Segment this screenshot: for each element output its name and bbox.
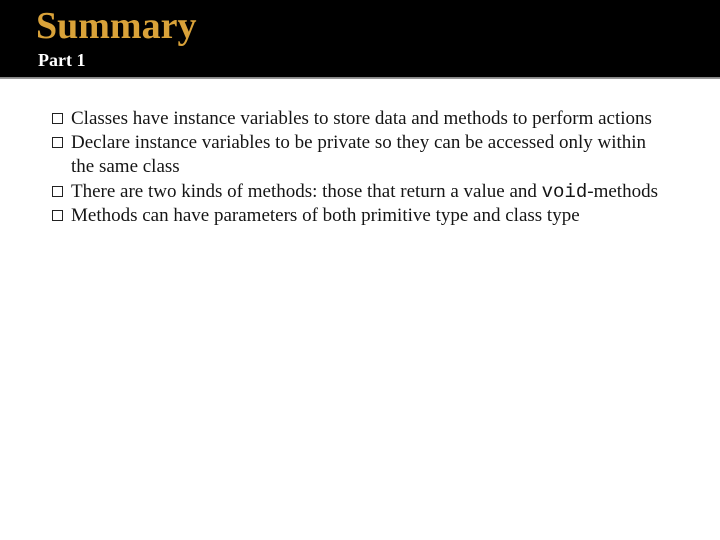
text-pre: There are two kinds of methods: those th… xyxy=(71,181,542,202)
text-pre: Declare instance variables to be private… xyxy=(71,132,646,177)
list-item-text: Classes have instance variables to store… xyxy=(71,107,668,131)
square-bullet-icon xyxy=(52,210,63,221)
list-item: Methods can have parameters of both prim… xyxy=(52,204,668,228)
text-pre: Classes have instance variables to store… xyxy=(71,108,652,129)
text-post: -methods xyxy=(587,181,658,202)
list-item: Classes have instance variables to store… xyxy=(52,107,668,131)
slide-title: Summary xyxy=(36,6,684,48)
list-item: Declare instance variables to be private… xyxy=(52,131,668,180)
slide-header: Summary Part 1 xyxy=(0,0,720,78)
list-item-text: Methods can have parameters of both prim… xyxy=(71,204,668,228)
list-item-text: Declare instance variables to be private… xyxy=(71,131,668,180)
list-item: There are two kinds of methods: those th… xyxy=(52,180,668,204)
slide-subtitle: Part 1 xyxy=(38,50,684,71)
text-code: void xyxy=(542,181,588,203)
square-bullet-icon xyxy=(52,113,63,124)
text-pre: Methods can have parameters of both prim… xyxy=(71,205,580,226)
square-bullet-icon xyxy=(52,186,63,197)
list-item-text: There are two kinds of methods: those th… xyxy=(71,180,668,204)
square-bullet-icon xyxy=(52,137,63,148)
slide-body: Classes have instance variables to store… xyxy=(0,79,720,229)
